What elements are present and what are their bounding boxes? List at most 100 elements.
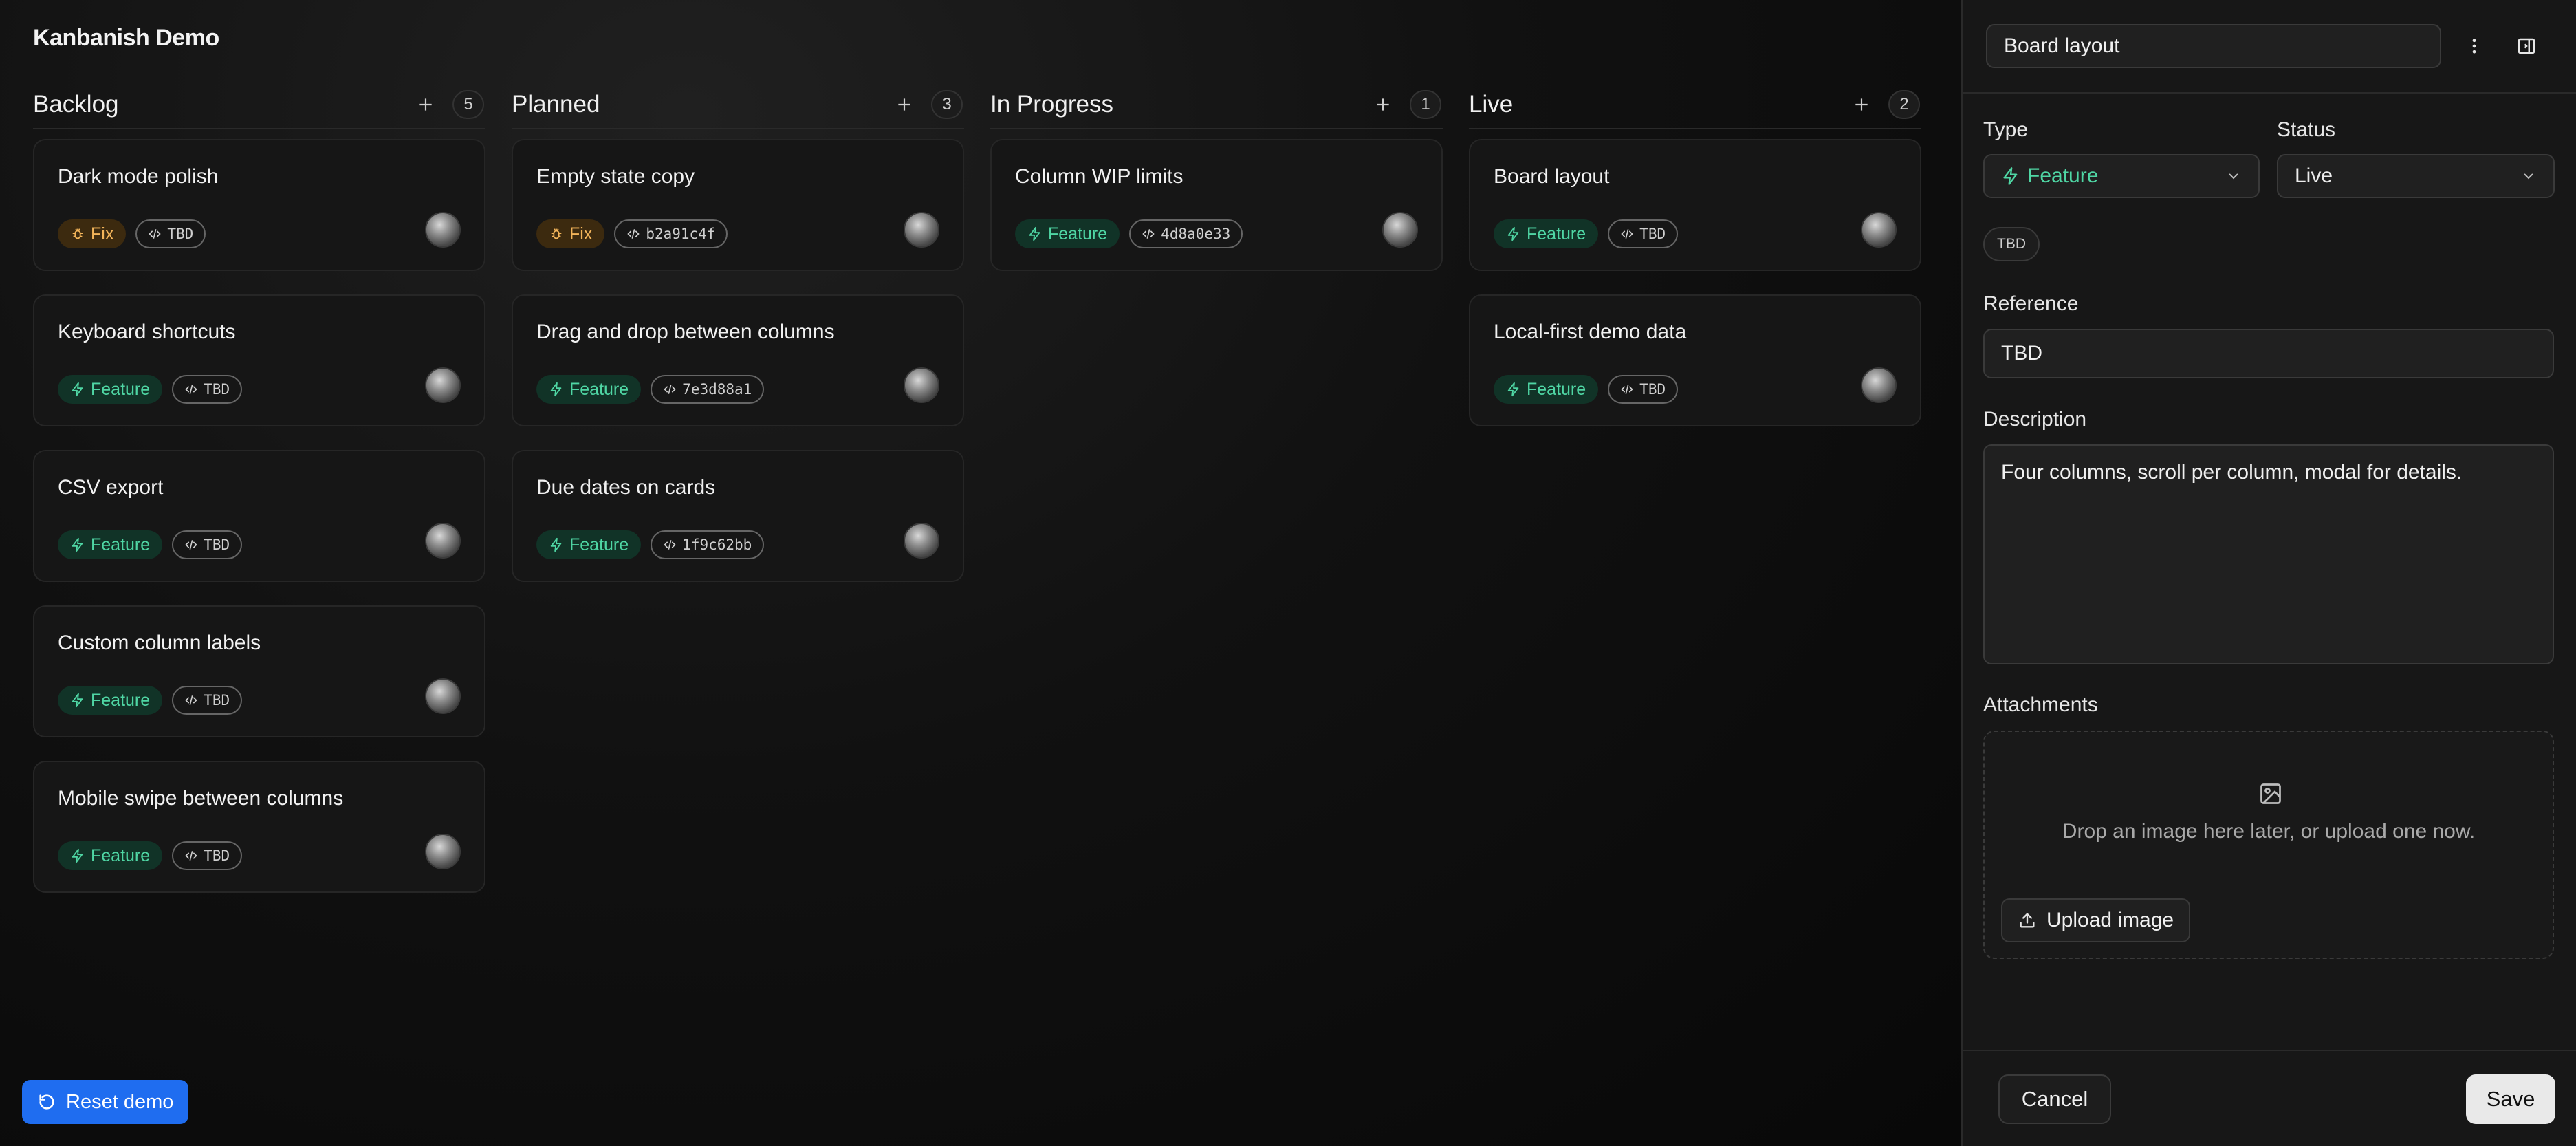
card-title-input[interactable] bbox=[1986, 24, 2441, 68]
column-planned: Planned 3 Empty state copy Fix b2a91c4f … bbox=[512, 81, 964, 582]
type-tag: Feature bbox=[58, 841, 163, 870]
attachments-label: Attachments bbox=[1983, 693, 2098, 716]
type-tag: Feature bbox=[1494, 219, 1599, 248]
avatar bbox=[904, 212, 939, 248]
card-title: Board layout bbox=[1494, 165, 1610, 188]
ref-tag-label: TBD bbox=[1639, 226, 1666, 242]
code-icon bbox=[1142, 229, 1155, 239]
task-card[interactable]: Drag and drop between columns Feature 7e… bbox=[512, 294, 964, 426]
status-label: Status bbox=[2277, 118, 2336, 141]
column-header: In Progress 1 bbox=[990, 81, 1443, 129]
task-card[interactable]: Column WIP limits Feature 4d8a0e33 bbox=[990, 139, 1443, 271]
add-card-button[interactable] bbox=[890, 90, 919, 119]
type-tag: Feature bbox=[536, 375, 642, 404]
task-card[interactable]: Custom column labels Feature TBD bbox=[33, 605, 485, 737]
kanban-board: Kanbanish Demo Backlog 5 Dark mode polis… bbox=[0, 0, 1961, 1146]
type-tag-label: Feature bbox=[91, 379, 151, 399]
ref-tag: TBD bbox=[172, 530, 243, 559]
avatar bbox=[425, 212, 461, 248]
avatar bbox=[904, 523, 939, 559]
save-button[interactable]: Save bbox=[2466, 1074, 2555, 1124]
task-card[interactable]: Keyboard shortcuts Feature TBD bbox=[33, 294, 485, 426]
avatar bbox=[1861, 212, 1897, 248]
column-count-badge: 3 bbox=[931, 90, 963, 119]
type-tag-label: Feature bbox=[91, 690, 151, 710]
toggle-panel-button[interactable] bbox=[2507, 27, 2546, 65]
ref-tag: TBD bbox=[1608, 219, 1679, 248]
type-select[interactable]: Feature bbox=[1983, 154, 2260, 198]
code-icon bbox=[185, 695, 197, 705]
task-card[interactable]: Empty state copy Fix b2a91c4f bbox=[512, 139, 964, 271]
column-in-progress: In Progress 1 Column WIP limits Feature bbox=[990, 81, 1443, 271]
add-card-button[interactable] bbox=[411, 90, 440, 119]
lightning-icon bbox=[72, 848, 83, 863]
ref-tag-label: 1f9c62bb bbox=[682, 537, 752, 553]
avatar bbox=[425, 523, 461, 559]
plus-icon bbox=[1855, 98, 1868, 111]
avatar bbox=[425, 367, 461, 403]
ref-tag: TBD bbox=[135, 219, 206, 248]
ref-tag-label: 4d8a0e33 bbox=[1161, 226, 1231, 242]
lightning-icon bbox=[1507, 226, 1519, 241]
cancel-button[interactable]: Cancel bbox=[1998, 1074, 2111, 1124]
app-root: Kanbanish Demo Backlog 5 Dark mode polis… bbox=[0, 0, 2576, 1146]
card-title: Drag and drop between columns bbox=[536, 321, 835, 343]
panel-header bbox=[1963, 0, 2576, 94]
code-icon bbox=[627, 229, 640, 239]
upload-image-button[interactable]: Upload image bbox=[2001, 898, 2191, 942]
type-tag-label: Feature bbox=[1527, 379, 1586, 399]
lightning-icon bbox=[1029, 226, 1040, 241]
more-options-button[interactable] bbox=[2455, 27, 2493, 65]
panel-right-icon bbox=[2518, 38, 2535, 54]
task-card[interactable]: Dark mode polish Fix TBD bbox=[33, 139, 485, 271]
more-vertical-icon bbox=[2472, 39, 2476, 54]
ref-tag: TBD bbox=[172, 841, 243, 870]
lightning-icon bbox=[72, 537, 83, 552]
card-title: Mobile swipe between columns bbox=[58, 787, 344, 810]
ref-tag: 1f9c62bb bbox=[651, 530, 765, 559]
code-icon bbox=[185, 851, 197, 861]
column-count-badge: 1 bbox=[1410, 90, 1441, 119]
refresh-icon bbox=[39, 1094, 54, 1110]
ref-tag-label: TBD bbox=[204, 847, 230, 864]
task-card[interactable]: Board layout Feature TBD bbox=[1469, 139, 1921, 271]
bug-icon bbox=[72, 228, 83, 239]
task-card[interactable]: Mobile swipe between columns Feature TBD bbox=[33, 761, 485, 893]
plus-icon bbox=[1377, 98, 1389, 111]
type-tag-label: Feature bbox=[569, 379, 629, 399]
type-tag-label: Feature bbox=[569, 534, 629, 554]
card-title: Dark mode polish bbox=[58, 165, 219, 188]
ref-tag-label: b2a91c4f bbox=[646, 226, 716, 242]
type-tag: Fix bbox=[536, 219, 605, 248]
type-tag: Feature bbox=[58, 686, 163, 715]
type-tag-label: Feature bbox=[91, 845, 151, 865]
type-tag: Feature bbox=[536, 530, 642, 559]
ref-tag-label: TBD bbox=[1639, 381, 1666, 398]
status-select-value: Live bbox=[2295, 164, 2333, 187]
ref-tag-label: TBD bbox=[204, 537, 230, 553]
task-card[interactable]: Due dates on cards Feature 1f9c62bb bbox=[512, 450, 964, 582]
lightning-icon bbox=[72, 693, 83, 708]
type-select-value: Feature bbox=[2027, 164, 2099, 187]
status-select[interactable]: Live bbox=[2277, 154, 2555, 198]
add-card-button[interactable] bbox=[1847, 90, 1876, 119]
attachment-dropzone[interactable]: Drop an image here later, or upload one … bbox=[1983, 731, 2554, 959]
ref-tag-label: 7e3d88a1 bbox=[682, 381, 752, 398]
column-count-badge: 5 bbox=[452, 90, 484, 119]
reference-input[interactable] bbox=[1983, 329, 2554, 378]
bug-icon bbox=[551, 228, 562, 239]
task-card[interactable]: Local-first demo data Feature TBD bbox=[1469, 294, 1921, 426]
ref-tag: TBD bbox=[1608, 375, 1679, 404]
lightning-icon bbox=[550, 382, 562, 397]
add-card-button[interactable] bbox=[1368, 90, 1397, 119]
description-textarea[interactable]: Four columns, scroll per column, modal f… bbox=[1983, 444, 2554, 664]
code-icon bbox=[149, 229, 162, 239]
column-title: In Progress bbox=[990, 91, 1113, 118]
task-card[interactable]: CSV export Feature TBD bbox=[33, 450, 485, 582]
reset-demo-button[interactable]: Reset demo bbox=[22, 1080, 189, 1124]
type-tag: Feature bbox=[58, 530, 163, 559]
card-title: Column WIP limits bbox=[1015, 165, 1183, 188]
type-tag-label: Fix bbox=[569, 224, 593, 244]
code-icon bbox=[185, 540, 197, 550]
avatar bbox=[904, 367, 939, 403]
